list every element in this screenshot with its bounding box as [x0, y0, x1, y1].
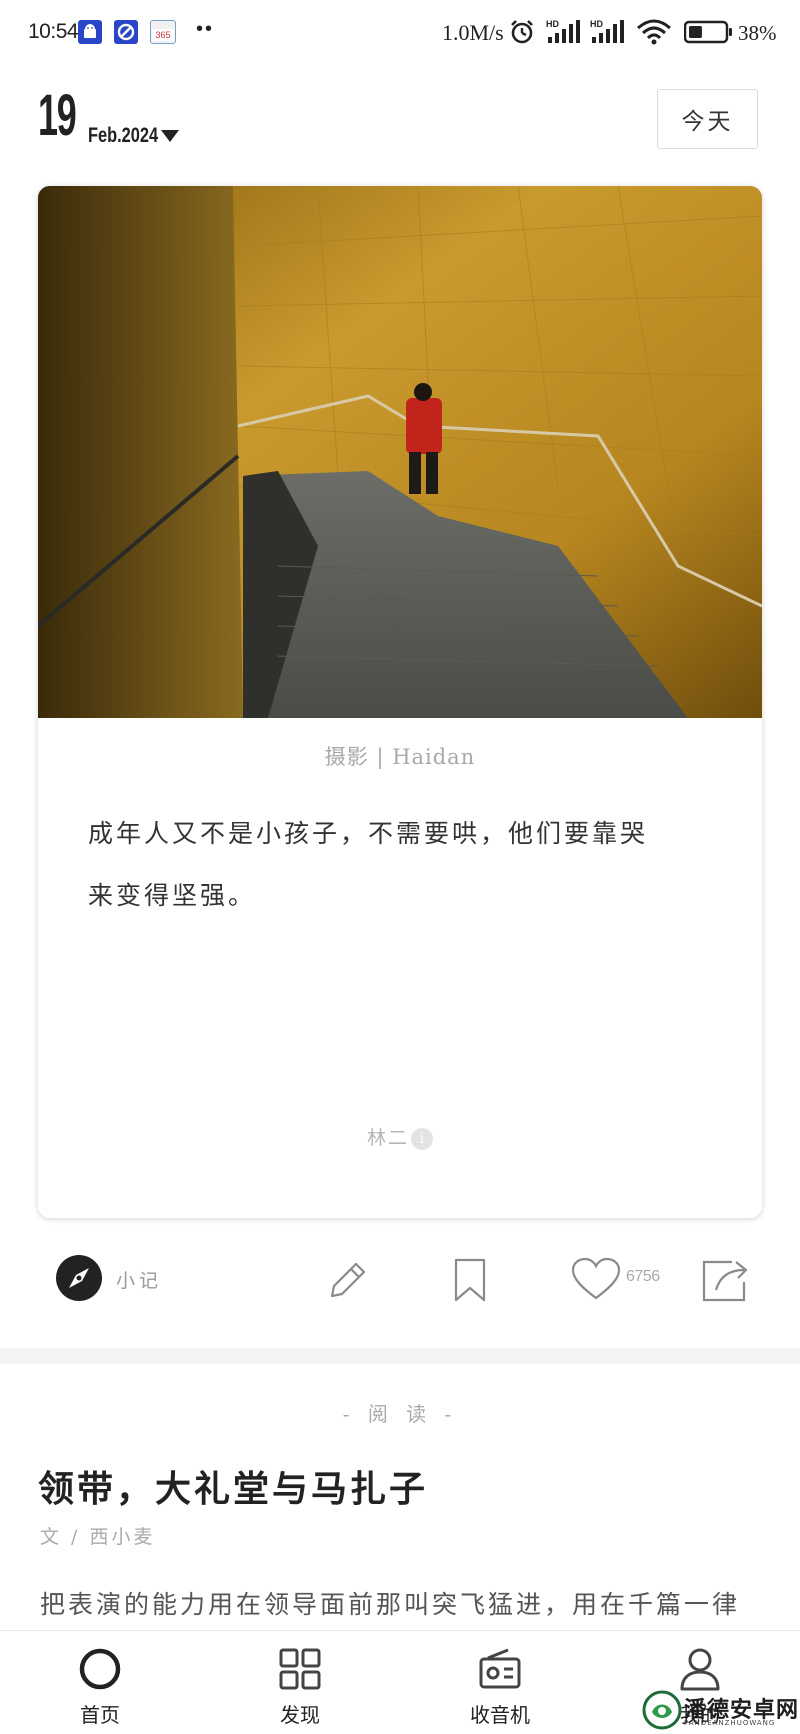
- card-action-bar: 小记 6756: [0, 1246, 800, 1316]
- article-title[interactable]: 领带，大礼堂与马扎子: [38, 1460, 428, 1512]
- section-divider: [0, 1348, 800, 1364]
- info-icon[interactable]: i: [411, 1128, 433, 1150]
- caret-down-icon[interactable]: [160, 128, 180, 148]
- site-watermark: 潘德安卓网 PANDEANZHUOWANG: [640, 1686, 800, 1733]
- android-notification-icon: [78, 20, 102, 44]
- network-speed: 1.0M/s: [442, 20, 504, 45]
- daily-photo: [38, 186, 762, 718]
- person-icon: [680, 1648, 720, 1691]
- quote-line-1: 成年人又不是小孩子，不需要哄，他们要靠哭: [88, 819, 649, 848]
- tab-radio-label: 收音机: [470, 1703, 530, 1727]
- signal-label-1: HD: [546, 19, 559, 29]
- tab-discover-label: 发现: [280, 1703, 320, 1727]
- heart-like-icon[interactable]: [570, 1256, 622, 1304]
- more-notifications-indicator: ••: [196, 18, 215, 40]
- status-bar: 10:54 365 •• 1.0M/s HD HD 38%: [0, 0, 800, 66]
- date-month-year: Feb.2024: [88, 124, 159, 147]
- quote-line-2: 来变得坚强。: [88, 881, 257, 910]
- tab-home-label: 首页: [80, 1703, 120, 1727]
- signal-strength-icon-2: HD: [590, 18, 628, 52]
- author-name: 林二: [366, 1127, 409, 1149]
- battery-percent: 38%: [738, 21, 777, 45]
- compass-icon[interactable]: [56, 1255, 102, 1301]
- watermark-subtext: PANDEANZHUOWANG: [684, 1719, 776, 1727]
- alarm-icon: [508, 18, 536, 52]
- wifi-icon: [636, 18, 672, 52]
- watermark-logo-icon: [642, 1690, 682, 1730]
- like-count: 6756: [626, 1268, 660, 1285]
- grid-icon: [279, 1648, 321, 1690]
- signal-label-2: HD: [590, 19, 603, 29]
- radio-icon: [479, 1648, 521, 1689]
- tab-discover[interactable]: 发现: [240, 1631, 360, 1734]
- signal-strength-icon-1: HD: [546, 18, 584, 52]
- tab-radio[interactable]: 收音机: [440, 1631, 560, 1734]
- tab-home[interactable]: 首页: [40, 1631, 160, 1734]
- note-label[interactable]: 小记: [116, 1266, 162, 1293]
- date-day: 19: [38, 83, 77, 148]
- article-excerpt[interactable]: 把表演的能力用在领导面前那叫突飞猛进，用在千篇一律: [40, 1585, 780, 1621]
- today-button[interactable]: 今天: [657, 89, 758, 149]
- reading-section-label: - 阅 读 -: [342, 1402, 458, 1426]
- quote-author[interactable]: 林二 i: [38, 1123, 762, 1150]
- calendar-notification-icon: 365: [150, 20, 176, 44]
- status-time: 10:54: [28, 20, 79, 43]
- calendar-number: 365: [152, 29, 174, 41]
- battery-icon: [683, 18, 734, 52]
- home-ring-icon: [79, 1648, 121, 1690]
- daily-quote: 成年人又不是小孩子，不需要哄，他们要靠哭 来变得坚强。: [88, 803, 718, 927]
- share-icon[interactable]: [700, 1256, 752, 1304]
- edit-pencil-icon[interactable]: [324, 1256, 372, 1304]
- article-byline: 文 / 西小麦: [40, 1526, 156, 1548]
- bookmark-icon[interactable]: [448, 1256, 492, 1304]
- photo-credit: 摄影 | Haidan: [324, 745, 476, 769]
- daily-card[interactable]: 摄影 | Haidan 成年人又不是小孩子，不需要哄，他们要靠哭 来变得坚强。 …: [38, 186, 762, 1218]
- blocked-notification-icon: [114, 20, 138, 44]
